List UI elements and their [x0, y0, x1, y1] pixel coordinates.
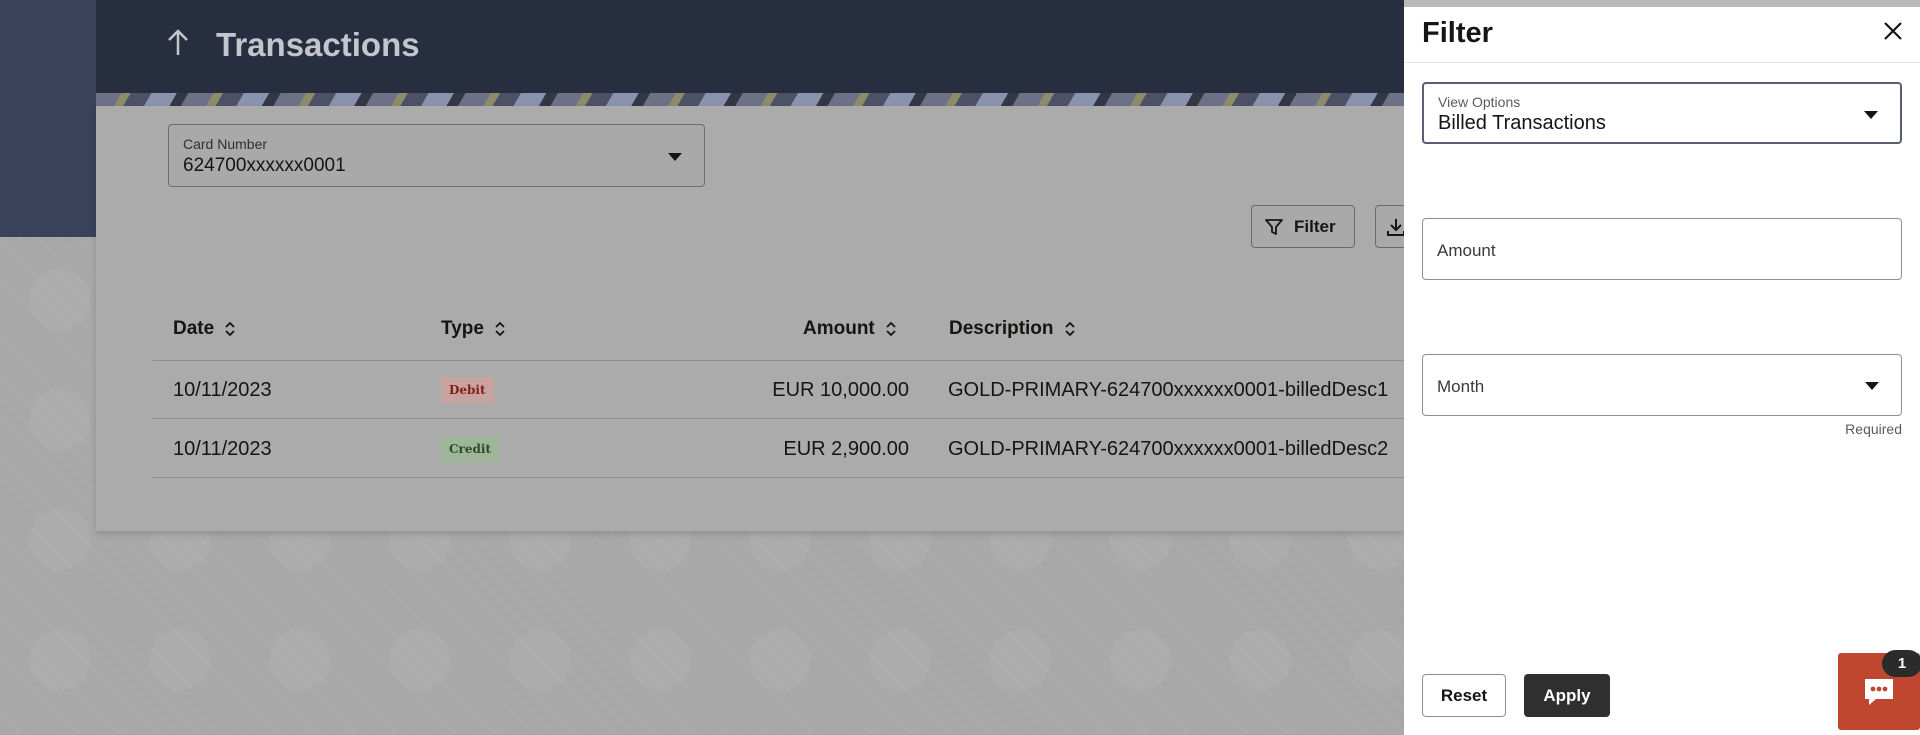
column-header-label: Amount: [803, 318, 875, 339]
table-cell-amount: EUR 10,000.00: [772, 379, 909, 401]
table-divider: [153, 360, 1404, 361]
table-row-divider: [153, 418, 1404, 419]
column-header-type[interactable]: Type: [441, 318, 506, 340]
chevron-down-icon: [1864, 111, 1878, 119]
sort-icon: [886, 321, 896, 337]
card-number-label: Card Number: [183, 136, 268, 152]
table-cell-description: GOLD-PRIMARY-624700xxxxxx0001-billedDesc…: [948, 438, 1389, 460]
reset-button[interactable]: Reset: [1422, 674, 1506, 717]
sort-icon: [1064, 321, 1075, 337]
table-row-divider: [153, 477, 1404, 478]
table-cell-description: GOLD-PRIMARY-624700xxxxxx0001-billedDesc…: [948, 379, 1389, 401]
filter-button[interactable]: Filter: [1251, 205, 1355, 248]
type-badge-credit: Credit: [441, 436, 499, 462]
table-cell-amount: EUR 2,900.00: [783, 438, 909, 460]
column-header-label: Type: [441, 318, 484, 339]
panel-top-bar: [1404, 0, 1920, 7]
sort-icon: [225, 321, 235, 337]
column-header-label: Date: [173, 318, 215, 339]
amount-placeholder: Amount: [1437, 241, 1496, 260]
card-number-value: 624700xxxxxx0001: [183, 155, 346, 176]
download-icon: [1387, 219, 1405, 236]
table-cell-date: 10/11/2023: [173, 379, 272, 401]
sort-icon: [495, 321, 505, 337]
column-header-date[interactable]: Date: [173, 318, 236, 340]
view-options-value: Billed Transactions: [1438, 112, 1606, 134]
decorative-band: [96, 93, 1404, 106]
filter-panel-title: Filter: [1422, 17, 1493, 49]
filter-icon: [1265, 218, 1283, 235]
chat-icon: [1865, 679, 1893, 705]
filter-button-label: Filter: [1294, 216, 1336, 236]
chevron-down-icon: [1865, 382, 1879, 390]
close-icon[interactable]: [1882, 20, 1904, 42]
amount-input[interactable]: Amount: [1422, 218, 1902, 280]
column-header-amount[interactable]: Amount: [803, 318, 897, 340]
chat-notification-badge: 1: [1882, 650, 1920, 677]
page-title: Transactions: [216, 26, 420, 63]
apply-button[interactable]: Apply: [1524, 674, 1610, 717]
month-placeholder: Month: [1437, 377, 1485, 396]
left-strip: [0, 0, 96, 237]
view-options-label: View Options: [1438, 94, 1521, 110]
chevron-down-icon: [668, 153, 682, 161]
month-required-hint: Required: [1845, 421, 1902, 437]
panel-divider: [1404, 62, 1920, 63]
back-arrow-icon[interactable]: [165, 28, 191, 58]
month-select[interactable]: Month: [1422, 354, 1902, 416]
filter-panel: Filter View Options Billed Transactions …: [1404, 0, 1920, 735]
table-cell-date: 10/11/2023: [173, 438, 272, 460]
card-number-select[interactable]: Card Number 624700xxxxxx0001: [168, 124, 705, 187]
column-header-description[interactable]: Description: [949, 318, 1076, 340]
type-badge-debit: Debit: [441, 377, 494, 403]
view-options-select[interactable]: View Options Billed Transactions: [1422, 82, 1902, 144]
column-header-label: Description: [949, 318, 1054, 339]
